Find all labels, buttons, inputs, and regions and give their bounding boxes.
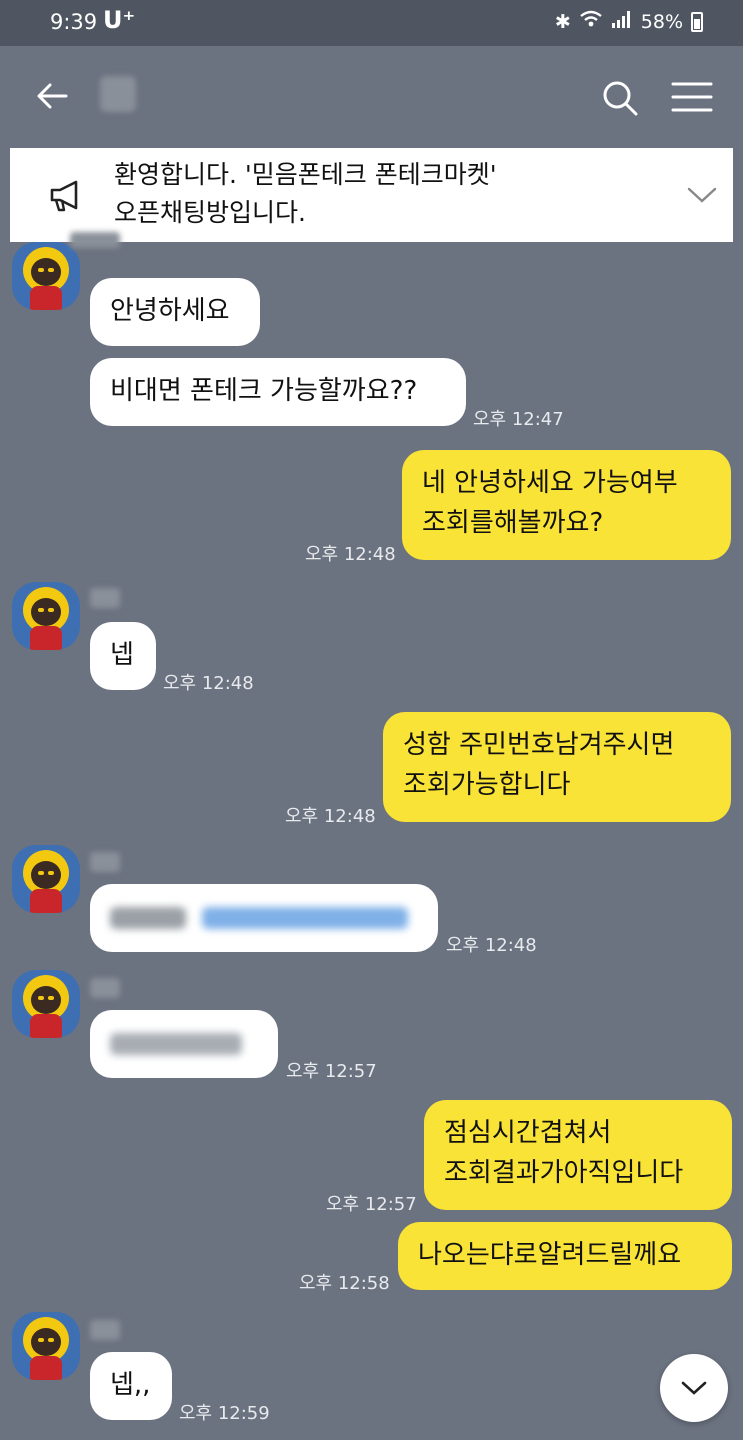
blurred-text (110, 1032, 242, 1055)
notice-line-2: 오픈채팅방입니다. (114, 198, 306, 227)
status-icons: ✱ 58% (555, 10, 703, 33)
message-bubble[interactable] (90, 1010, 278, 1078)
notice-banner[interactable]: 환영합니다. '믿음폰테크 폰테크마켓' 오픈채팅방입니다. (10, 148, 733, 242)
megaphone-icon (50, 180, 78, 212)
message-line-1: 점심시간겹쳐서 (444, 1118, 612, 1148)
search-icon (603, 81, 638, 116)
message-time: 오후 12:48 (163, 673, 254, 694)
chevron-down-icon (681, 1381, 707, 1395)
sender-name (90, 1320, 120, 1340)
battery-percent: 58% (640, 10, 683, 33)
message-time: 오후 12:48 (285, 806, 376, 827)
notice-text: 환영합니다. '믿음폰테크 폰테크마켓' 오픈채팅방입니다. (114, 156, 634, 232)
message-time: 오후 12:57 (286, 1061, 377, 1082)
status-bar: 9:39 U⁺ ✱ 58% (0, 0, 743, 46)
message-bubble[interactable]: 성함 주민번호남겨주시면 조회가능합니다 (383, 712, 731, 822)
chat-header (0, 46, 743, 146)
avatar[interactable] (12, 970, 80, 1038)
message-text: 나오는댜로알려드릴께요 (418, 1240, 682, 1270)
message-bubble[interactable]: 안녕하세요 (90, 278, 260, 346)
message-bubble[interactable]: 나오는댜로알려드릴께요 (398, 1222, 732, 1290)
scroll-to-bottom-button[interactable] (660, 1354, 728, 1422)
message-text: 비대면 폰테크 가능할까요?? (110, 376, 418, 406)
message-text: 넵,, (110, 1370, 151, 1400)
avatar[interactable] (12, 1312, 80, 1380)
message-bubble[interactable]: 넵 (90, 622, 156, 690)
back-button[interactable] (32, 76, 72, 116)
message-line-2: 조회를해볼까요? (422, 508, 604, 538)
sender-name (70, 232, 120, 248)
back-arrow-icon (37, 83, 68, 109)
sender-name (90, 978, 120, 998)
message-time: 오후 12:59 (179, 1403, 270, 1424)
message-bubble[interactable]: 점심시간겹쳐서 조회결과가아직입니다 (424, 1100, 732, 1210)
message-text: 안녕하세요 (110, 296, 230, 326)
menu-icon (671, 82, 713, 112)
message-time: 오후 12:48 (446, 935, 537, 956)
message-line-2: 조회결과가아직입니다 (444, 1158, 684, 1188)
message-time: 오후 12:47 (473, 409, 564, 430)
status-time: 9:39 (50, 10, 98, 34)
menu-button[interactable] (670, 80, 714, 114)
message-bubble[interactable]: 넵,, (90, 1352, 172, 1420)
message-bubble[interactable]: 네 안녕하세요 가능여부 조회를해볼까요? (402, 450, 731, 560)
message-bubble[interactable] (90, 884, 438, 952)
notice-line-1: 환영합니다. '믿음폰테크 폰테크마켓' (114, 160, 497, 189)
message-line-1: 성함 주민번호남겨주시면 (403, 730, 675, 760)
avatar[interactable] (12, 242, 80, 310)
message-line-2: 조회가능합니다 (403, 770, 571, 800)
message-time: 오후 12:58 (299, 1273, 390, 1294)
sender-name (90, 852, 120, 872)
status-carrier: U⁺ (103, 6, 136, 34)
battery-icon (691, 11, 703, 32)
avatar[interactable] (12, 845, 80, 913)
avatar[interactable] (12, 582, 80, 650)
search-button[interactable] (600, 78, 640, 118)
bluetooth-icon: ✱ (554, 10, 571, 33)
message-bubble[interactable]: 비대면 폰테크 가능할까요?? (90, 358, 466, 426)
sender-name (90, 588, 120, 608)
blurred-text (110, 906, 186, 929)
message-time: 오후 12:48 (305, 544, 396, 565)
message-text: 넵 (110, 640, 134, 670)
blurred-link[interactable] (202, 906, 409, 929)
message-time: 오후 12:57 (326, 1194, 417, 1215)
wifi-icon (579, 10, 603, 33)
message-line-1: 네 안녕하세요 가능여부 (422, 468, 678, 498)
chat-room-name (100, 76, 136, 112)
signal-icon (611, 10, 633, 33)
chevron-down-icon[interactable] (686, 184, 718, 206)
